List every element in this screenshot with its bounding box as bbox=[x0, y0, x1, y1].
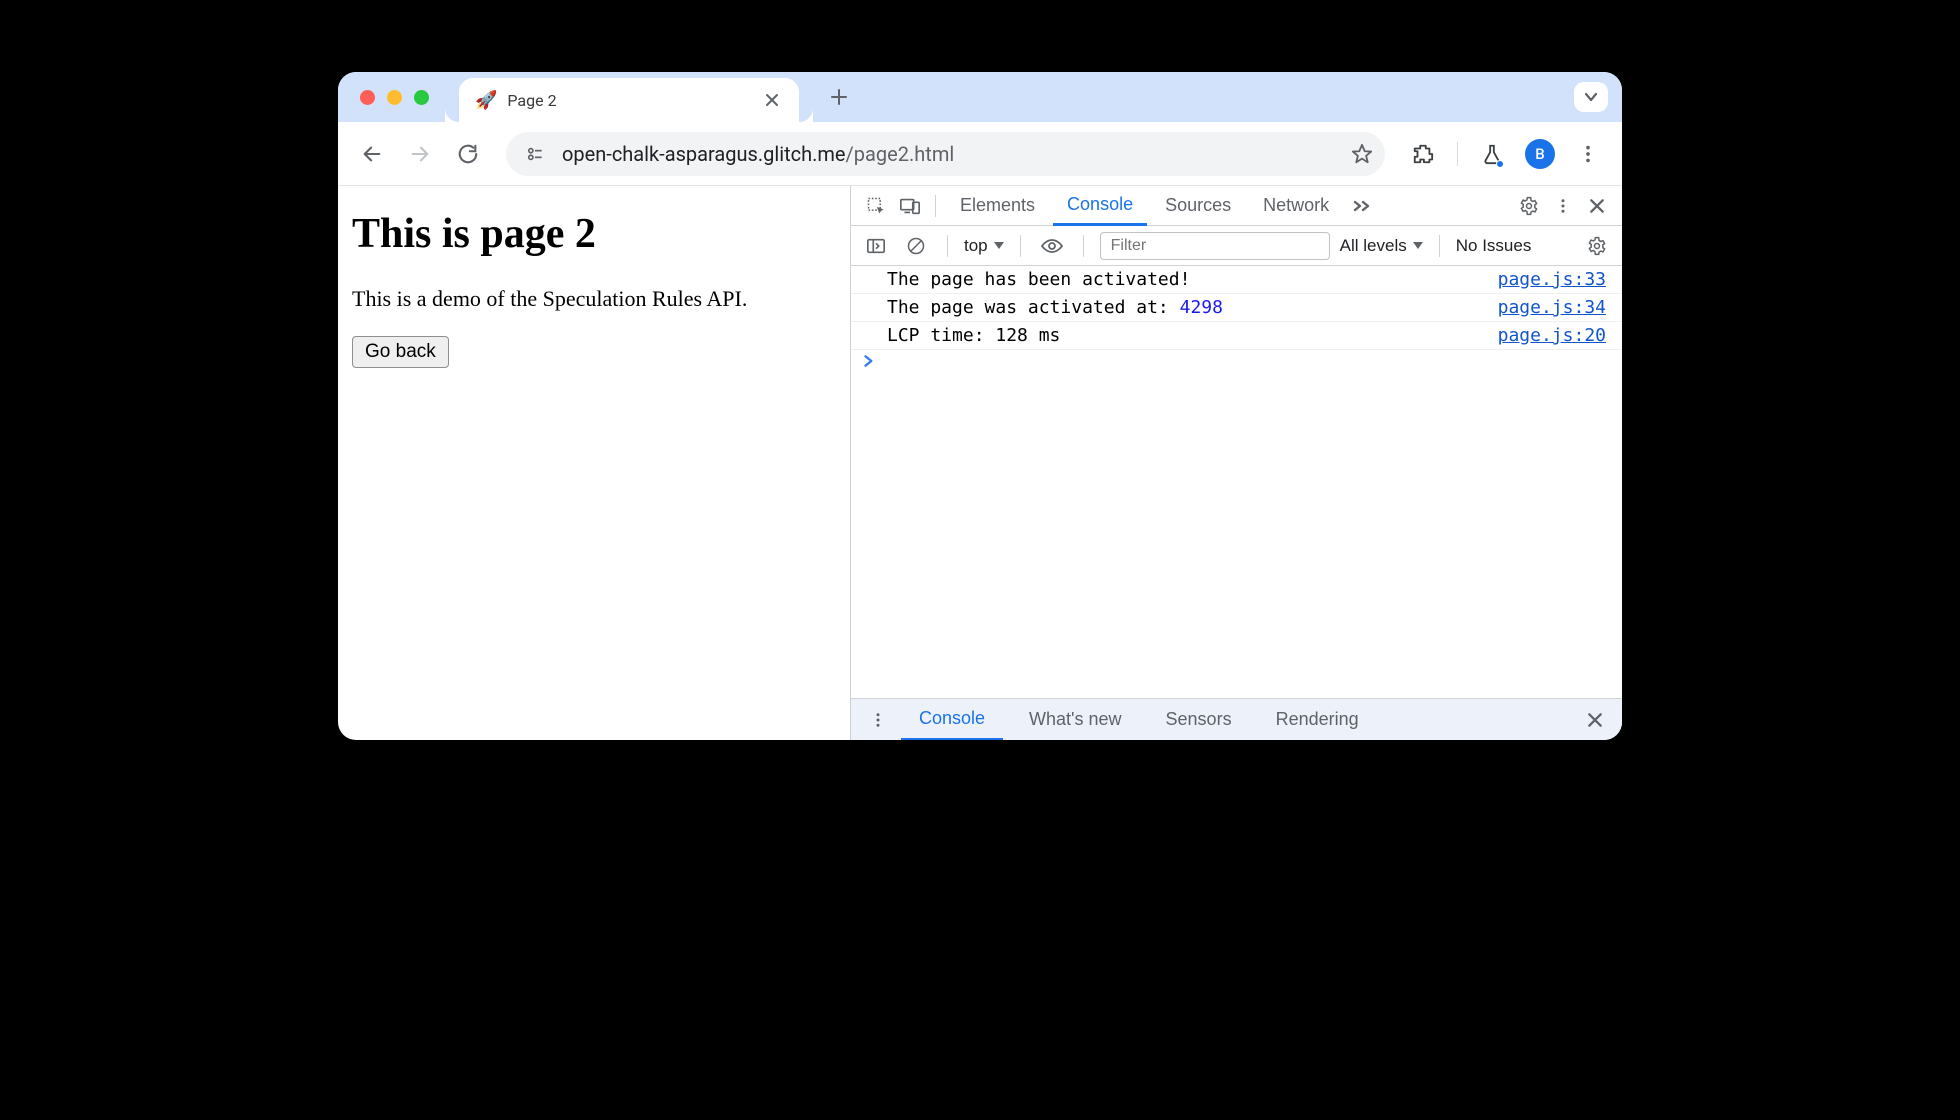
profile-avatar[interactable]: B bbox=[1520, 134, 1560, 174]
more-tabs-icon[interactable] bbox=[1347, 191, 1377, 221]
devtools-close-icon[interactable] bbox=[1582, 191, 1612, 221]
forward-button[interactable] bbox=[400, 134, 440, 174]
url-text: open-chalk-asparagus.glitch.me/page2.htm… bbox=[562, 142, 1337, 166]
device-toolbar-icon[interactable] bbox=[895, 191, 925, 221]
go-back-button[interactable]: Go back bbox=[352, 336, 449, 368]
labs-notification-dot-icon bbox=[1496, 160, 1504, 168]
console-prompt[interactable] bbox=[851, 350, 1622, 372]
devtools-tab-bar: Elements Console Sources Network bbox=[851, 186, 1622, 226]
url-path: /page2.html bbox=[846, 142, 955, 166]
tab-console[interactable]: Console bbox=[1053, 186, 1147, 226]
browser-tab[interactable]: 🚀 Page 2 bbox=[459, 78, 799, 122]
console-output: The page has been activated! page.js:33 … bbox=[851, 266, 1622, 698]
content-area: This is page 2 This is a demo of the Spe… bbox=[338, 186, 1622, 740]
log-message: The page was activated at: bbox=[887, 297, 1180, 318]
live-expression-icon[interactable] bbox=[1037, 231, 1067, 261]
page-heading: This is page 2 bbox=[352, 210, 836, 258]
levels-label: All levels bbox=[1340, 236, 1407, 256]
tab-elements[interactable]: Elements bbox=[946, 186, 1049, 226]
drawer-tab-console[interactable]: Console bbox=[901, 699, 1003, 740]
console-log-row: The page has been activated! page.js:33 bbox=[851, 266, 1622, 294]
extensions-icon[interactable] bbox=[1403, 134, 1443, 174]
page-paragraph: This is a demo of the Speculation Rules … bbox=[352, 286, 836, 312]
bookmark-star-icon[interactable] bbox=[1351, 143, 1373, 165]
clear-console-icon[interactable] bbox=[901, 231, 931, 261]
console-toolbar: top All levels No Issues bbox=[851, 226, 1622, 266]
devtools-drawer: Console What's new Sensors Rendering bbox=[851, 698, 1622, 740]
browser-toolbar: open-chalk-asparagus.glitch.me/page2.htm… bbox=[338, 122, 1622, 186]
tab-sources[interactable]: Sources bbox=[1151, 186, 1245, 226]
site-info-icon[interactable] bbox=[522, 141, 548, 167]
chrome-labs-icon[interactable] bbox=[1472, 134, 1512, 174]
close-tab-icon[interactable] bbox=[759, 89, 785, 111]
log-levels-selector[interactable]: All levels bbox=[1340, 236, 1423, 256]
console-filter-input[interactable] bbox=[1100, 232, 1330, 260]
devtools-panel: Elements Console Sources Network bbox=[850, 186, 1622, 740]
console-log-row: The page was activated at: 4298 page.js:… bbox=[851, 294, 1622, 322]
browser-window: 🚀 Page 2 open-chalk-asparag bbox=[338, 72, 1622, 740]
address-bar[interactable]: open-chalk-asparagus.glitch.me/page2.htm… bbox=[506, 132, 1385, 176]
issues-label[interactable]: No Issues bbox=[1456, 236, 1532, 256]
inspect-element-icon[interactable] bbox=[861, 191, 891, 221]
log-message: LCP time: 128 ms bbox=[887, 325, 1060, 346]
fullscreen-window-button[interactable] bbox=[414, 90, 429, 105]
page-viewport: This is page 2 This is a demo of the Spe… bbox=[338, 186, 850, 740]
new-tab-button[interactable] bbox=[823, 81, 855, 113]
tab-network[interactable]: Network bbox=[1249, 186, 1343, 226]
window-controls bbox=[338, 90, 429, 105]
tab-favicon-icon: 🚀 bbox=[475, 90, 497, 111]
devtools-menu-icon[interactable] bbox=[1548, 191, 1578, 221]
drawer-tab-rendering[interactable]: Rendering bbox=[1258, 699, 1377, 741]
log-message: The page has been activated! bbox=[887, 269, 1190, 290]
browser-menu-button[interactable] bbox=[1568, 134, 1608, 174]
log-source-link[interactable]: page.js:20 bbox=[1498, 325, 1606, 346]
context-label: top bbox=[964, 236, 988, 256]
tab-strip: 🚀 Page 2 bbox=[338, 72, 1622, 122]
log-number: 4298 bbox=[1180, 297, 1223, 318]
toolbar-divider bbox=[1457, 142, 1458, 166]
console-settings-icon[interactable] bbox=[1582, 231, 1612, 261]
console-divider bbox=[1020, 235, 1021, 257]
log-source-link[interactable]: page.js:34 bbox=[1498, 297, 1606, 318]
console-divider bbox=[947, 235, 948, 257]
devtools-divider bbox=[935, 195, 936, 217]
drawer-close-icon[interactable] bbox=[1580, 705, 1610, 735]
close-window-button[interactable] bbox=[360, 90, 375, 105]
devtools-settings-icon[interactable] bbox=[1514, 191, 1544, 221]
tab-search-button[interactable] bbox=[1574, 82, 1608, 112]
back-button[interactable] bbox=[352, 134, 392, 174]
console-divider bbox=[1439, 235, 1440, 257]
drawer-tab-whats-new[interactable]: What's new bbox=[1011, 699, 1139, 741]
console-log-row: LCP time: 128 ms page.js:20 bbox=[851, 322, 1622, 350]
context-selector[interactable]: top bbox=[964, 236, 1004, 256]
tab-title: Page 2 bbox=[507, 91, 759, 110]
console-divider bbox=[1083, 235, 1084, 257]
url-host: open-chalk-asparagus.glitch.me bbox=[562, 142, 846, 166]
reload-button[interactable] bbox=[448, 134, 488, 174]
avatar-initial: B bbox=[1525, 139, 1555, 169]
log-source-link[interactable]: page.js:33 bbox=[1498, 269, 1606, 290]
toggle-sidebar-icon[interactable] bbox=[861, 231, 891, 261]
minimize-window-button[interactable] bbox=[387, 90, 402, 105]
drawer-menu-icon[interactable] bbox=[863, 705, 893, 735]
drawer-tab-sensors[interactable]: Sensors bbox=[1148, 699, 1250, 741]
